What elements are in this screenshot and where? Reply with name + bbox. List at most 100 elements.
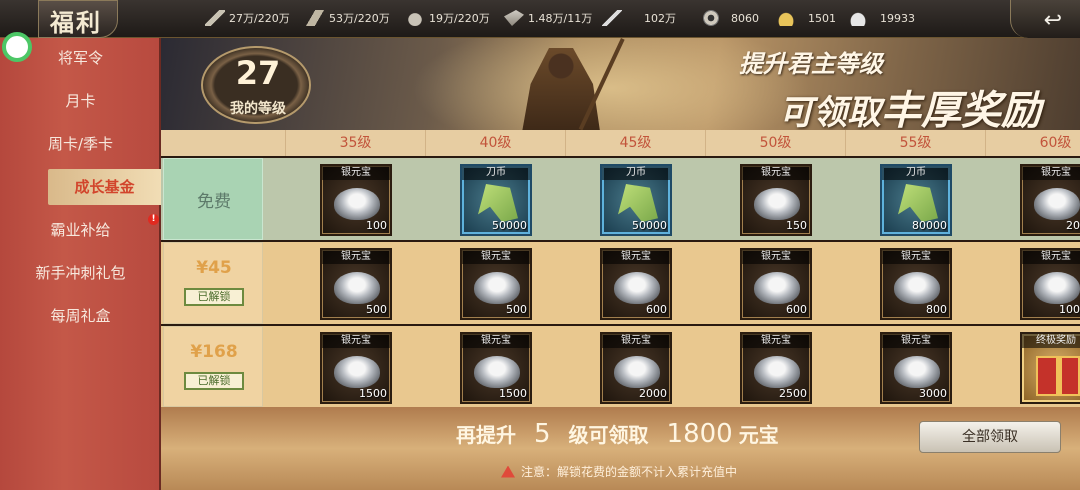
item-name: 终极奖励 — [1022, 334, 1080, 348]
reward-item[interactable]: 刀币 50000 — [600, 164, 672, 236]
sidebar-item-weekly-card[interactable]: 周卡/季卡 — [0, 126, 161, 162]
silver-ingot-icon — [474, 356, 520, 388]
promo-mid: 级可领取 — [568, 423, 649, 447]
level-header: 55级 — [845, 130, 985, 156]
resource-gold-ingot[interactable]: 1501 — [776, 8, 836, 28]
item-qty: 1500 — [499, 387, 527, 400]
reward-item[interactable]: 银元宝 1000 — [1020, 248, 1080, 320]
reward-item[interactable]: 刀币 80000 — [880, 164, 952, 236]
dragon-logo-icon[interactable] — [2, 32, 32, 62]
level-header: 45级 — [565, 130, 705, 156]
reward-item[interactable]: 银元宝 500 — [460, 248, 532, 320]
reward-item[interactable]: 刀币 50000 — [460, 164, 532, 236]
tier-price: ¥45 — [196, 258, 232, 278]
item-qty: 100 — [366, 219, 387, 232]
promo-levels: 5 — [534, 419, 551, 449]
reward-item[interactable]: 银元宝 500 — [320, 248, 392, 320]
sidebar-item-monthly-card[interactable]: 月卡 — [0, 83, 161, 119]
reward-item[interactable]: 银元宝 150 — [740, 164, 812, 236]
blade-coin-icon — [898, 184, 938, 222]
resource-wheat[interactable]: 27万/220万 — [205, 8, 290, 28]
page-title: 福利 — [50, 8, 102, 37]
resource-value: 102万 — [644, 12, 676, 25]
reward-item[interactable]: 银元宝 3000 — [880, 332, 952, 404]
item-qty: 80000 — [912, 219, 947, 232]
resource-copper-coin[interactable]: 8060 — [703, 8, 759, 28]
sidebar-item-hegemony-supply[interactable]: 霸业补给 ! — [0, 212, 161, 248]
level-header: 60级 — [985, 130, 1080, 156]
item-name: 银元宝 — [322, 250, 390, 264]
item-qty: 1500 — [359, 387, 387, 400]
free-label: 免费 — [197, 192, 231, 212]
silver-ingot-icon — [474, 272, 520, 304]
resource-iron[interactable]: 1.48万/11万 — [504, 8, 592, 28]
sidebar-item-label: 成长基金 — [74, 178, 135, 196]
sidebar-item-growth-fund[interactable]: 成长基金 — [48, 169, 161, 205]
resource-value: 53万/220万 — [329, 12, 390, 25]
reward-item[interactable]: 银元宝 600 — [600, 248, 672, 320]
back-button[interactable]: ↩ — [1010, 0, 1080, 38]
wood-icon — [305, 10, 325, 26]
resource-blade[interactable]: 102万 — [602, 8, 676, 28]
sidebar-item-newbie-pack[interactable]: 新手冲刺礼包 — [0, 255, 161, 291]
silver-ingot-icon — [754, 356, 800, 388]
item-name: 银元宝 — [322, 166, 390, 180]
reward-item[interactable]: 银元宝 200 — [1020, 164, 1080, 236]
claim-all-button[interactable]: 全部领取 — [919, 421, 1061, 453]
silver-ingot-icon — [334, 356, 380, 388]
back-arrow-icon: ↩ — [1043, 8, 1062, 33]
resource-value: 19933 — [880, 11, 915, 25]
silver-ingot-icon — [334, 188, 380, 220]
reward-item[interactable]: 银元宝 600 — [740, 248, 812, 320]
my-level-label: 我的等级 — [230, 101, 286, 117]
notice-text: 注意：解锁花费的金额不计入累计充值中 — [521, 465, 738, 479]
resource-value: 1.48万/11万 — [528, 12, 593, 25]
warning-icon — [501, 465, 515, 478]
sidebar-item-label: 周卡/季卡 — [47, 135, 114, 153]
promo-unit: 元宝 — [738, 423, 779, 447]
stone-icon — [405, 10, 425, 26]
tier-label-45: ¥45 已解锁 — [163, 242, 263, 324]
banner-slogan-line2: 可领取丰厚奖励 — [779, 78, 1041, 130]
copper-coin-icon — [703, 10, 719, 26]
bottom-bar: 再提升 5 级可领取 1800 元宝 注意：解锁花费的金额不计入累计充值中 全部… — [161, 407, 1080, 490]
item-name: 刀币 — [882, 166, 950, 180]
reward-item[interactable]: 银元宝 1500 — [320, 332, 392, 404]
reward-item[interactable]: 银元宝 2000 — [600, 332, 672, 404]
my-level-value: 27 — [235, 54, 281, 92]
item-qty: 50000 — [632, 219, 667, 232]
reward-item[interactable]: 银元宝 1500 — [460, 332, 532, 404]
wheat-icon — [205, 10, 225, 26]
silver-ingot-icon — [848, 10, 868, 26]
item-qty: 3000 — [919, 387, 947, 400]
reward-item[interactable]: 银元宝 100 — [320, 164, 392, 236]
resource-stone[interactable]: 19万/220万 — [405, 8, 490, 28]
item-qty: 600 — [786, 303, 807, 316]
item-name: 银元宝 — [742, 166, 810, 180]
growth-fund-banner: 27 我的等级 提升君主等级 可领取丰厚奖励 — [161, 38, 1080, 130]
slogan-part-b: 丰厚奖励 — [881, 87, 1041, 130]
blade-icon — [602, 10, 622, 26]
reward-item-ultimate[interactable]: 终极奖励 — [1020, 332, 1080, 404]
resource-wood[interactable]: 53万/220万 — [305, 8, 390, 28]
item-name: 银元宝 — [742, 334, 810, 348]
promo-line: 再提升 5 级可领取 1800 元宝 — [456, 419, 779, 449]
reward-item[interactable]: 银元宝 2500 — [740, 332, 812, 404]
item-qty: 500 — [506, 303, 527, 316]
tier-label-free: 免费 — [163, 158, 263, 240]
silver-ingot-icon — [1034, 272, 1080, 304]
resource-silver-ingot[interactable]: 19933 — [848, 8, 915, 28]
promo-amount: 1800 — [666, 419, 733, 449]
reward-item[interactable]: 银元宝 800 — [880, 248, 952, 320]
item-name: 银元宝 — [742, 250, 810, 264]
item-qty: 2000 — [639, 387, 667, 400]
item-qty: 800 — [926, 303, 947, 316]
sidebar-item-label: 每周礼盒 — [50, 307, 111, 325]
resource-value: 1501 — [808, 11, 836, 25]
my-level-medal: 27 我的等级 — [201, 46, 311, 124]
sidebar-item-weekly-box[interactable]: 每周礼盒 — [0, 298, 161, 334]
tier-label-168: ¥168 已解锁 — [163, 326, 263, 407]
blade-coin-icon — [618, 184, 658, 222]
item-qty: 500 — [366, 303, 387, 316]
level-header: 40级 — [425, 130, 565, 156]
